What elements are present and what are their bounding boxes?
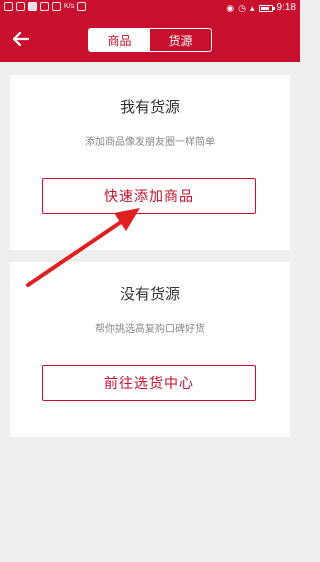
tab-sources[interactable]: 货源	[150, 29, 211, 51]
notification-icon	[40, 2, 49, 11]
notification-icon	[77, 2, 87, 11]
notification-icon	[16, 2, 25, 11]
quick-add-product-button[interactable]: 快速添加商品	[42, 178, 256, 214]
notification-icon	[52, 2, 61, 11]
app-header: 商品 货源	[0, 16, 300, 62]
back-button[interactable]	[6, 24, 36, 54]
notification-icon	[4, 2, 13, 11]
tab-switcher: 商品 货源	[88, 28, 212, 52]
status-bar: K/s ◉ ◷ ▴ 9:18	[0, 0, 300, 16]
card-title: 我有货源	[119, 98, 180, 116]
alarm-icon: ◷	[238, 3, 246, 13]
no-supply-card: 没有货源 帮你挑选高复购口碑好货 前往选货中心	[10, 262, 290, 437]
status-notifications: K/s	[4, 2, 87, 11]
notification-icon	[28, 2, 37, 11]
battery-icon	[258, 4, 275, 12]
network-speed: K/s	[64, 3, 75, 10]
card-subtitle: 添加商品像发朋友圈一样简单	[85, 137, 215, 148]
status-time: 9:18	[276, 2, 296, 13]
eye-icon: ◉	[226, 3, 235, 13]
go-selection-center-button[interactable]: 前往选货中心	[42, 365, 256, 401]
have-supply-card: 我有货源 添加商品像发朋友圈一样简单 快速添加商品	[10, 75, 290, 250]
card-subtitle: 帮你挑选高复购口碑好货	[95, 324, 205, 335]
signal-icon: ▴	[250, 3, 255, 13]
arrow-left-icon	[12, 31, 30, 47]
status-indicators: ◉ ◷ ▴ 9:18	[226, 2, 296, 14]
tab-products[interactable]: 商品	[89, 29, 150, 51]
card-title: 没有货源	[119, 285, 180, 303]
